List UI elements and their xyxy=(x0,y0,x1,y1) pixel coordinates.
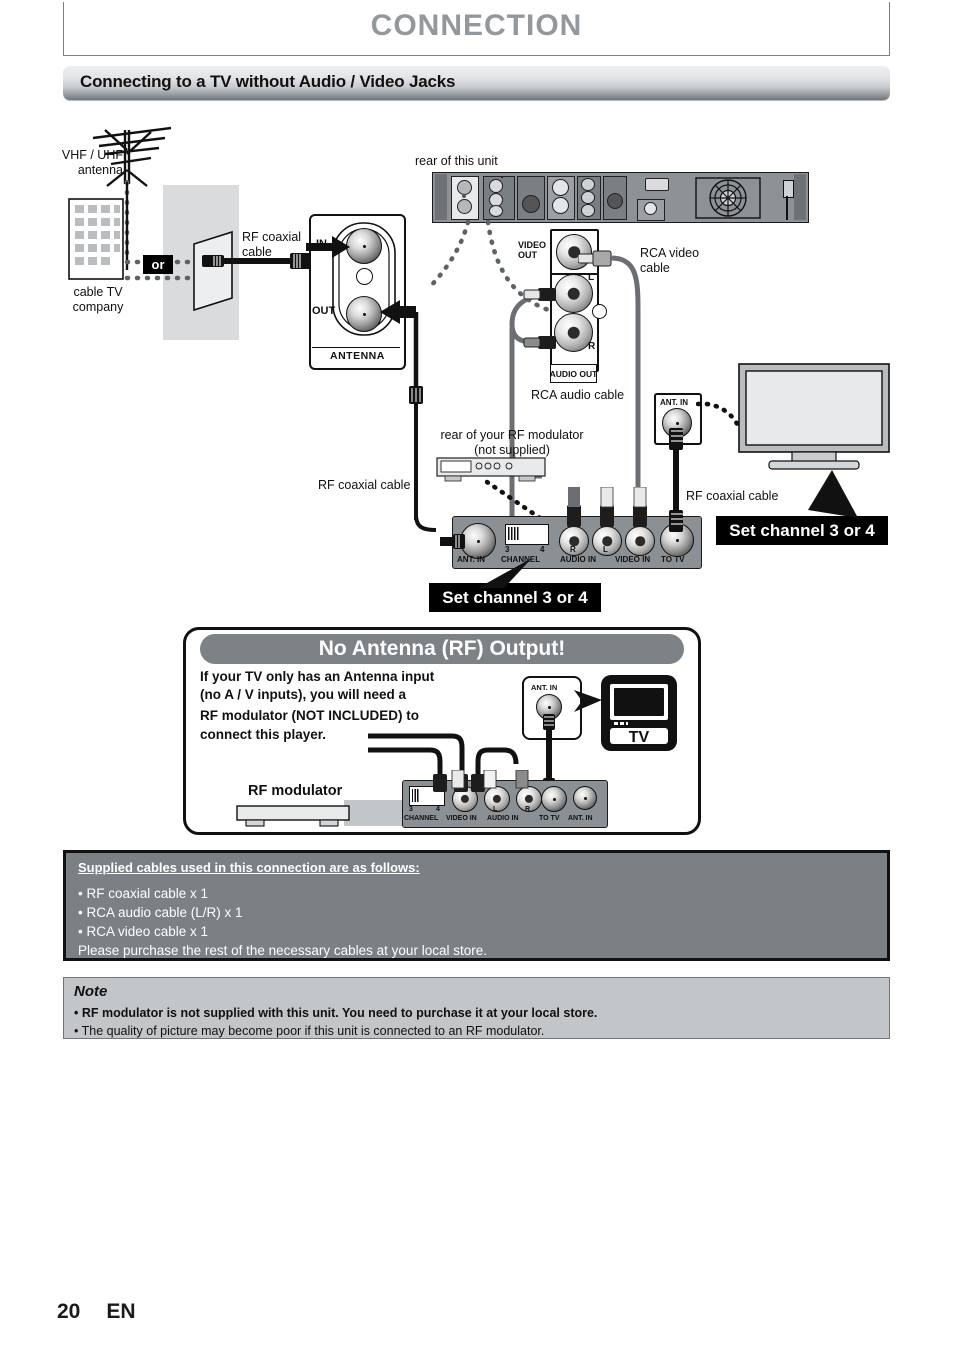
supplied-cables-box: Supplied cables used in this connection … xyxy=(63,850,890,961)
antenna-caption: ANTENNA xyxy=(330,350,385,362)
tv-ant-leader-dots xyxy=(696,401,743,433)
page-title: CONNECTION xyxy=(370,9,583,42)
callout-rf-modulator-device xyxy=(236,800,410,827)
to-tv-coax-cable xyxy=(669,428,683,532)
note-title: Note xyxy=(74,983,108,1000)
callout-tv-icon: TV xyxy=(601,675,677,751)
language-code: EN xyxy=(106,1300,136,1323)
callout-audio-l-label: L xyxy=(493,806,498,813)
rf-callout-line-4: connect this player. xyxy=(200,726,327,742)
callout-channel-4: 4 xyxy=(436,806,440,813)
rf-callout-line-1: If your TV only has an Antenna input xyxy=(200,669,435,684)
rf-modulator-rear-label: rear of your RF modulator (not supplied) xyxy=(440,428,584,457)
modulator-audio-l-label: L xyxy=(603,545,608,554)
callout-audio-r-label: R xyxy=(525,806,531,813)
page-number: 20 xyxy=(57,1300,81,1323)
callout-video-in-label: VIDEO IN xyxy=(446,815,477,822)
list-item: • RCA audio cable (L/R) x 1 xyxy=(78,905,243,920)
callout-tv-ant-in-label: ANT. IN xyxy=(531,683,558,692)
list-item: • RF coaxial cable x 1 xyxy=(78,886,209,901)
rear-panel xyxy=(432,172,809,223)
rear-fan-icon xyxy=(695,177,761,219)
modulator-plugs xyxy=(567,487,647,527)
tv-icon xyxy=(738,363,890,470)
supplied-cables-heading: Supplied cables used in this connection … xyxy=(78,860,420,875)
callout-ant-in-jack xyxy=(573,786,597,810)
page-footer: 20 EN xyxy=(57,1300,136,1324)
antenna-out-cable xyxy=(380,300,437,532)
rf-output-callout-title: No Antenna (RF) Output! xyxy=(200,634,684,664)
modulator-channel-switch[interactable] xyxy=(505,524,549,545)
list-item: • The quality of picture may become poor… xyxy=(74,1024,545,1038)
rf-callout-line-3: RF modulator (NOT INCLUDED) to xyxy=(200,708,419,724)
modulator-ant-in-plug xyxy=(440,534,465,549)
tv-ant-in-label: ANT. IN xyxy=(660,398,688,407)
rca-video-cable-label: RCA video cable xyxy=(640,246,700,275)
rear-power-inlet xyxy=(783,180,794,198)
callout-rf-modulator-label: RF modulator xyxy=(248,783,343,799)
modulator-audio-in-label: AUDIO IN xyxy=(560,555,596,564)
set-channel-left-pointer xyxy=(478,558,532,588)
antenna-in-arrow xyxy=(306,236,350,258)
antenna-ground-hole xyxy=(356,268,373,285)
or-badge: or xyxy=(143,255,173,274)
callout-ant-in-label: ANT. IN xyxy=(568,815,593,822)
antenna-out-label: OUT xyxy=(312,305,336,317)
modulator-audio-r-label: R xyxy=(570,545,576,554)
video-out-label: VIDEO OUT xyxy=(518,240,547,260)
rf-coaxial-cable-label-3: RF coaxial cable xyxy=(686,489,779,503)
rf-coaxial-cable-label-1: RF coaxial cable xyxy=(242,230,302,259)
modulator-channel-3: 3 xyxy=(505,545,510,554)
modulator-video-in-label: VIDEO IN xyxy=(615,555,651,564)
note-box: Note • RF modulator is not supplied with… xyxy=(63,977,890,1039)
set-channel-right-pointer xyxy=(808,470,858,518)
note-list: • RF modulator is not supplied with this… xyxy=(74,1004,597,1040)
section-heading-bar: Connecting to a TV without Audio / Video… xyxy=(63,66,890,100)
rear-of-unit-label: rear of this unit xyxy=(415,154,498,168)
rear-usb-port xyxy=(645,178,669,191)
modulator-channel-4: 4 xyxy=(540,545,545,554)
antenna-out-jack xyxy=(346,296,382,332)
rf-coaxial-cable-label-2: RF coaxial cable xyxy=(318,478,411,492)
list-item: • RF modulator is not supplied with this… xyxy=(74,1006,598,1020)
rca-audio-cable-label: RCA audio cable xyxy=(531,388,625,402)
callout-channel-label: CHANNEL xyxy=(404,815,439,822)
manual-page: CONNECTION Connecting to a TV without Au… xyxy=(0,0,954,1348)
callout-audio-in-label: AUDIO IN xyxy=(487,815,519,822)
list-item: Please purchase the rest of the necessar… xyxy=(78,943,487,958)
supplied-cables-list: • RF coaxial cable x 1 • RCA audio cable… xyxy=(78,884,487,960)
callout-to-tv-label: TO TV xyxy=(539,815,560,822)
callout-plug-tips xyxy=(451,770,529,789)
section-heading-label: Connecting to a TV without Audio / Video… xyxy=(80,72,456,91)
modulator-to-tv-label: TO TV xyxy=(661,555,685,564)
rf-callout-line-2: (no A / V inputs), you will need a xyxy=(200,687,407,703)
callout-channel-3: 3 xyxy=(409,806,413,813)
svg-text:TV: TV xyxy=(629,729,650,746)
vhf-uhf-antenna-label: VHF / UHF antenna xyxy=(61,148,123,177)
list-item: • RCA video cable x 1 xyxy=(78,924,209,939)
